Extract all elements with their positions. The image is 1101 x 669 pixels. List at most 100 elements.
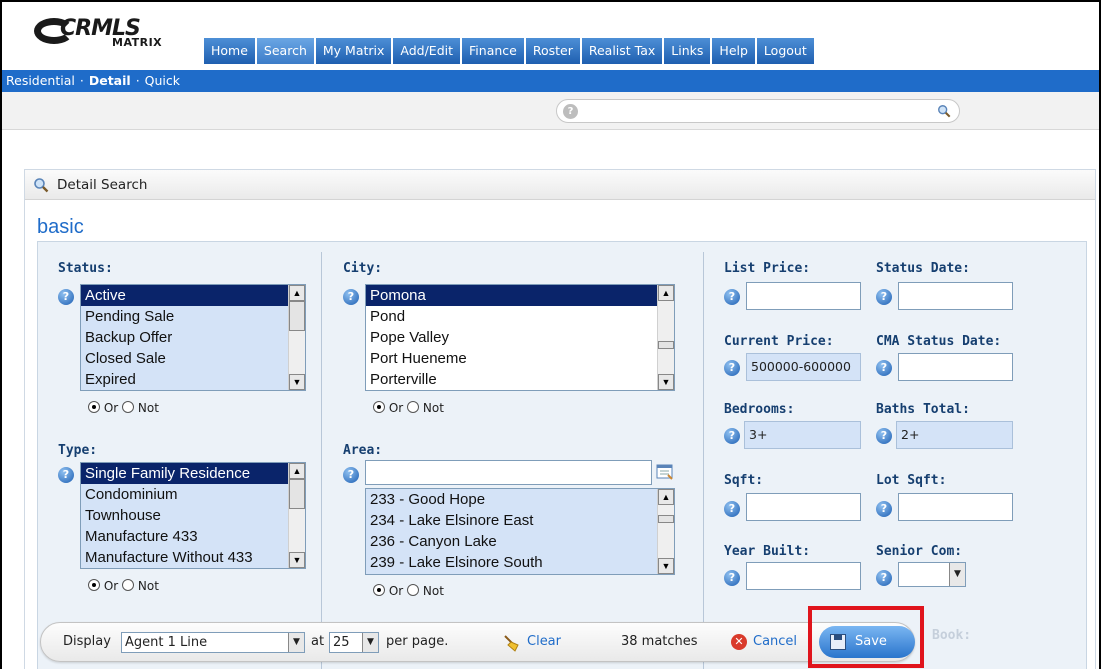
subnav-residential[interactable]: Residential xyxy=(6,73,75,88)
help-icon[interactable]: ? xyxy=(724,501,740,517)
status-option[interactable]: Backup Offer xyxy=(81,327,305,348)
area-input[interactable] xyxy=(365,460,652,485)
city-option[interactable]: Porterville xyxy=(366,369,674,390)
city-option[interactable]: Pond xyxy=(366,306,674,327)
quick-search-input[interactable]: ? xyxy=(556,99,960,123)
help-icon[interactable]: ? xyxy=(724,428,740,444)
senior-com-select[interactable]: ▼ xyxy=(898,562,966,587)
cancel-button[interactable]: ✕ Cancel xyxy=(723,623,813,661)
scroll-down-icon[interactable]: ▼ xyxy=(658,374,674,390)
baths-total-input[interactable]: 2+ xyxy=(896,421,1013,449)
type-or-not: Or Not xyxy=(88,579,159,593)
type-not-radio[interactable] xyxy=(122,579,135,591)
list-picker-icon[interactable] xyxy=(656,463,674,481)
status-date-input[interactable] xyxy=(898,282,1013,310)
type-option[interactable]: Townhouse xyxy=(81,505,305,526)
broom-icon[interactable] xyxy=(501,633,521,653)
nav-tab-add-edit[interactable]: Add/Edit xyxy=(391,38,461,64)
nav-tab-finance[interactable]: Finance xyxy=(460,38,524,64)
cma-status-date-input[interactable] xyxy=(898,353,1013,381)
crmls-logo[interactable]: CRMLS MATRIX xyxy=(34,16,189,49)
scrollbar[interactable]: ▲ ▼ xyxy=(657,285,674,390)
area-option[interactable]: 236 - Canyon Lake xyxy=(366,531,674,552)
sqft-input[interactable] xyxy=(746,493,861,521)
help-icon[interactable]: ? xyxy=(876,360,892,376)
subnav-quick[interactable]: Quick xyxy=(145,73,180,88)
clear-link[interactable]: Clear xyxy=(527,634,561,649)
help-icon[interactable]: ? xyxy=(58,467,74,483)
year-built-input[interactable] xyxy=(746,562,861,590)
scroll-thumb[interactable] xyxy=(658,515,674,523)
area-listbox[interactable]: 233 - Good Hope 234 - Lake Elsinore East 2… xyxy=(365,488,675,575)
help-icon[interactable]: ? xyxy=(563,104,578,119)
status-listbox[interactable]: Active Pending Sale Backup Offer Closed Sal… xyxy=(80,284,306,391)
area-option[interactable]: 233 - Good Hope xyxy=(366,489,674,510)
help-icon[interactable]: ? xyxy=(724,570,740,586)
scroll-down-icon[interactable]: ▼ xyxy=(658,558,674,574)
nav-tab-my-matrix[interactable]: My Matrix xyxy=(313,38,392,64)
help-icon[interactable]: ? xyxy=(58,289,74,305)
type-listbox[interactable]: Single Family Residence Condominium Townho… xyxy=(80,462,306,569)
current-price-input[interactable]: 500000-600000 xyxy=(746,353,861,381)
header: CRMLS MATRIX Home Search My Matrix Add/Edit… xyxy=(2,2,1099,70)
city-or-radio[interactable] xyxy=(373,401,385,413)
status-option[interactable]: Closed Sale xyxy=(81,348,305,369)
scroll-down-icon[interactable]: ▼ xyxy=(289,552,305,568)
help-icon[interactable]: ? xyxy=(343,467,359,483)
nav-tab-home[interactable]: Home xyxy=(204,38,255,64)
status-or-radio[interactable] xyxy=(88,401,100,413)
status-option[interactable]: Pending Sale xyxy=(81,306,305,327)
bottom-toolbar: Display Agent 1 Line ▼ at 25 ▼ per page. C… xyxy=(40,622,915,662)
help-icon[interactable]: ? xyxy=(876,501,892,517)
area-option[interactable]: 239 - Lake Elsinore South xyxy=(366,552,674,573)
nav-tab-logout[interactable]: Logout xyxy=(754,38,814,64)
help-icon[interactable]: ? xyxy=(724,360,740,376)
nav-tab-help[interactable]: Help xyxy=(710,38,755,64)
city-option[interactable]: Pomona xyxy=(366,285,674,306)
help-icon[interactable]: ? xyxy=(876,428,892,444)
scrollbar[interactable]: ▲ ▼ xyxy=(288,463,305,568)
scrollbar[interactable]: ▲ ▼ xyxy=(657,489,674,574)
type-option[interactable]: Condominium xyxy=(81,484,305,505)
city-listbox[interactable]: Pomona Pond Pope Valley Port Hueneme Porterv… xyxy=(365,284,675,391)
scroll-up-icon[interactable]: ▲ xyxy=(289,463,305,479)
status-option[interactable]: Expired xyxy=(81,369,305,390)
per-page-select[interactable]: 25 ▼ xyxy=(329,632,379,653)
area-option[interactable]: 234 - Lake Elsinore East xyxy=(366,510,674,531)
type-option[interactable]: Single Family Residence xyxy=(81,463,305,484)
per-page-label: per page. xyxy=(386,634,449,649)
status-option[interactable]: Active xyxy=(81,285,305,306)
help-icon[interactable]: ? xyxy=(876,289,892,305)
status-not-radio[interactable] xyxy=(122,401,135,413)
city-not-radio[interactable] xyxy=(407,401,420,413)
main-nav: Home Search My Matrix Add/Edit Finance Roster… xyxy=(204,38,814,64)
scroll-down-icon[interactable]: ▼ xyxy=(289,374,305,390)
scroll-thumb[interactable] xyxy=(658,341,674,349)
scroll-up-icon[interactable]: ▲ xyxy=(289,285,305,301)
subnav-detail[interactable]: Detail xyxy=(89,73,131,88)
scroll-thumb[interactable] xyxy=(289,301,305,331)
nav-tab-search[interactable]: Search xyxy=(254,38,314,64)
help-icon[interactable]: ? xyxy=(876,570,892,586)
nav-tab-links[interactable]: Links xyxy=(662,38,711,64)
search-icon[interactable] xyxy=(937,104,951,118)
city-option[interactable]: Pope Valley xyxy=(366,327,674,348)
type-or-radio[interactable] xyxy=(88,579,100,591)
area-or-radio[interactable] xyxy=(373,584,385,596)
scroll-thumb[interactable] xyxy=(289,479,305,509)
area-not-radio[interactable] xyxy=(407,584,420,596)
display-select[interactable]: Agent 1 Line ▼ xyxy=(121,632,305,653)
nav-tab-roster[interactable]: Roster xyxy=(523,38,580,64)
scroll-up-icon[interactable]: ▲ xyxy=(658,489,674,505)
help-icon[interactable]: ? xyxy=(724,289,740,305)
type-option[interactable]: Manufacture 433 xyxy=(81,526,305,547)
nav-tab-realist-tax[interactable]: Realist Tax xyxy=(579,38,663,64)
city-option[interactable]: Port Hueneme xyxy=(366,348,674,369)
list-price-input[interactable] xyxy=(746,282,861,310)
scroll-up-icon[interactable]: ▲ xyxy=(658,285,674,301)
lot-sqft-input[interactable] xyxy=(898,493,1013,521)
help-icon[interactable]: ? xyxy=(343,289,359,305)
type-option[interactable]: Manufacture Without 433 xyxy=(81,547,305,568)
bedrooms-input[interactable]: 3+ xyxy=(744,421,861,449)
scrollbar[interactable]: ▲ ▼ xyxy=(288,285,305,390)
